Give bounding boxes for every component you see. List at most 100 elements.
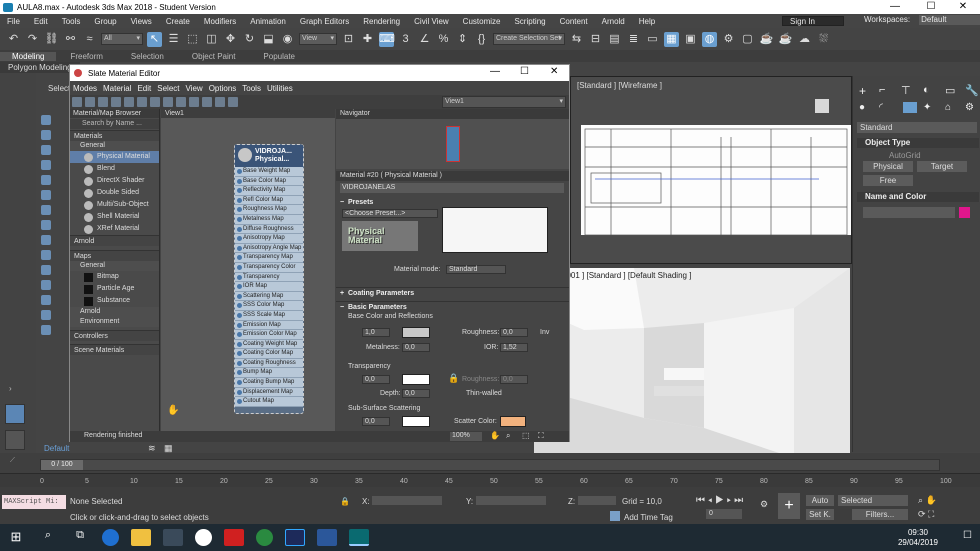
object-type-rollout[interactable]: Object Type — [857, 138, 979, 148]
tab-modeling[interactable]: Modeling — [0, 51, 57, 61]
node-slot[interactable]: Coating Weight Map — [235, 339, 303, 350]
playback-controls-icon[interactable]: ⏮ ◂ ▶ ▸ ⏭ — [696, 495, 743, 506]
choose-preset-dropdown[interactable]: <Choose Preset...> — [342, 209, 438, 218]
layers-icon[interactable]: ≋ — [148, 443, 156, 454]
auto-key-button[interactable]: Auto — [806, 495, 834, 506]
hierarchy-tab-icon[interactable]: ⊤ — [901, 84, 911, 97]
subgroup-maps-general[interactable]: General — [70, 261, 159, 271]
list-item[interactable]: Physical Material — [70, 151, 159, 163]
notification-icon[interactable]: ☐ — [963, 530, 972, 541]
systems-icon[interactable]: ⚙ — [965, 102, 974, 113]
autogrid-checkbox[interactable]: AutoGrid — [889, 151, 921, 160]
zoom-icon[interactable]: ⌕ — [506, 431, 510, 441]
selection-set-dropdown[interactable]: Create Selection Set — [493, 33, 565, 45]
scene-explorer-icon[interactable]: ▤ — [607, 32, 622, 47]
curve-editor-icon[interactable]: ▦ — [664, 31, 679, 47]
snaps-toggle-icon[interactable]: 3 — [398, 32, 413, 47]
node-slot[interactable]: Cutout Map — [235, 397, 303, 407]
undo-icon[interactable]: ↶ — [6, 32, 21, 47]
time-tag-icon[interactable] — [610, 511, 620, 521]
node-slot[interactable]: Emission Color Map — [235, 330, 303, 340]
time-slider-track[interactable]: 0 / 100 — [40, 459, 940, 471]
axis-constraint-icon[interactable]: ✚ — [360, 32, 375, 47]
menu-scripting[interactable]: Scripting — [507, 17, 552, 26]
globe-icon[interactable] — [256, 529, 273, 546]
rotate-icon[interactable]: ↻ — [242, 32, 257, 47]
find-icon[interactable] — [41, 325, 51, 335]
group-maps[interactable]: Maps — [70, 250, 159, 261]
sme-close-icon[interactable]: ✕ — [550, 66, 558, 77]
node-slot[interactable]: Roughness Map — [235, 205, 303, 215]
select-object-icon[interactable]: ↖ — [147, 31, 162, 47]
menu-graph-editors[interactable]: Graph Editors — [293, 17, 356, 26]
mirror-icon[interactable]: ⇆ — [569, 32, 584, 47]
helpers-icon[interactable]: ⌂ — [945, 102, 951, 113]
list-item[interactable]: XRef Material — [70, 223, 159, 235]
schematic-view-icon[interactable]: ▣ — [683, 32, 698, 47]
link-icon[interactable]: ⛓ — [44, 32, 59, 47]
menu-rendering[interactable]: Rendering — [356, 17, 407, 26]
sme-menu-edit[interactable]: Edit — [134, 84, 154, 93]
orbit-viewport-icon[interactable]: ⟳ ⛶ — [918, 509, 934, 520]
photoshop-icon[interactable] — [285, 529, 305, 546]
render-production-icon[interactable]: ☕ — [759, 32, 774, 47]
z-field[interactable] — [578, 496, 616, 505]
pdf-icon[interactable] — [224, 529, 244, 546]
sme-menu-material[interactable]: Material — [100, 84, 134, 93]
current-frame-field[interactable]: 0 — [706, 509, 742, 519]
ior-spinner[interactable]: 1,52 — [500, 343, 528, 352]
show-map-icon[interactable] — [150, 97, 160, 107]
target-camera-button[interactable]: Target — [917, 161, 967, 172]
rect-selection-icon[interactable]: ⬚ — [185, 32, 200, 47]
group-arnold[interactable]: Arnold — [70, 235, 159, 246]
sme-menu-utilities[interactable]: Utilities — [264, 84, 296, 93]
scatter-color-swatch[interactable] — [500, 416, 526, 427]
set-key-big-icon[interactable]: + — [778, 493, 800, 519]
rendered-frame-icon[interactable]: ▢ — [740, 32, 755, 47]
node-slot[interactable]: SSS Scale Map — [235, 310, 303, 321]
menu-civil-view[interactable]: Civil View — [407, 17, 456, 26]
transparency-spinner[interactable]: 0,0 — [362, 375, 390, 384]
workspaces[interactable]: Workspaces: Default — [850, 15, 980, 25]
window-crossing-icon[interactable]: ◫ — [204, 32, 219, 47]
tab-freeform[interactable]: Freeform — [56, 52, 116, 61]
physical-camera-button[interactable]: Physical — [863, 161, 913, 172]
node-slot[interactable]: Displacement Map — [235, 387, 303, 398]
time-config-icon[interactable]: ⚙ — [760, 499, 768, 510]
node-slot[interactable]: Metalness Map — [235, 214, 303, 225]
select-by-name-icon[interactable]: ☰ — [166, 32, 181, 47]
tab-object-paint[interactable]: Object Paint — [178, 52, 250, 61]
material-editor-icon[interactable]: ◍ — [702, 31, 717, 47]
node-slot[interactable]: Coating Bump Map — [235, 378, 303, 388]
lock-icon[interactable]: 🔒 — [448, 373, 459, 384]
list-item[interactable]: DirectX Shader — [70, 175, 159, 187]
place-icon[interactable]: ◉ — [280, 32, 295, 47]
viewport-layout-icon[interactable] — [5, 404, 25, 424]
search-icon[interactable]: ⌕ — [38, 529, 58, 546]
maximize-icon[interactable]: ☐ — [914, 0, 948, 14]
spinner-snap-icon[interactable]: ⇕ — [455, 32, 470, 47]
view-tab[interactable]: View1 — [161, 109, 335, 118]
start-icon[interactable]: ⊞ — [6, 529, 26, 546]
basic-parameters-rollout[interactable]: Basic Parameters — [336, 301, 569, 313]
layer-explorer-icon[interactable]: ≣ — [626, 32, 641, 47]
list-item[interactable]: Bitmap — [70, 271, 159, 283]
node-slot[interactable]: Coating Color Map — [235, 349, 303, 359]
free-camera-button[interactable]: Free — [863, 175, 913, 186]
move-icon[interactable]: ✥ — [223, 32, 238, 47]
sme-menu-select[interactable]: Select — [154, 84, 182, 93]
render-setup-icon[interactable]: ⚙ — [721, 32, 736, 47]
show-bg-icon[interactable] — [163, 97, 173, 107]
bone-icon[interactable] — [41, 220, 51, 230]
name-color-rollout[interactable]: Name and Color — [857, 192, 979, 202]
node-slot[interactable]: Diffuse Roughness Map — [235, 224, 303, 241]
edge-icon[interactable] — [102, 529, 119, 546]
put-to-scene-icon[interactable] — [98, 97, 108, 107]
thin-walled-checkbox[interactable]: Thin-walled — [466, 390, 502, 397]
menu-group[interactable]: Group — [87, 17, 123, 26]
selection-filter-dropdown[interactable]: All — [101, 33, 143, 45]
subgroup-general[interactable]: General — [70, 141, 159, 151]
create-tab-icon[interactable]: + — [859, 84, 866, 98]
link-small-icon[interactable] — [41, 265, 51, 275]
transparency-color-swatch[interactable] — [402, 374, 430, 385]
